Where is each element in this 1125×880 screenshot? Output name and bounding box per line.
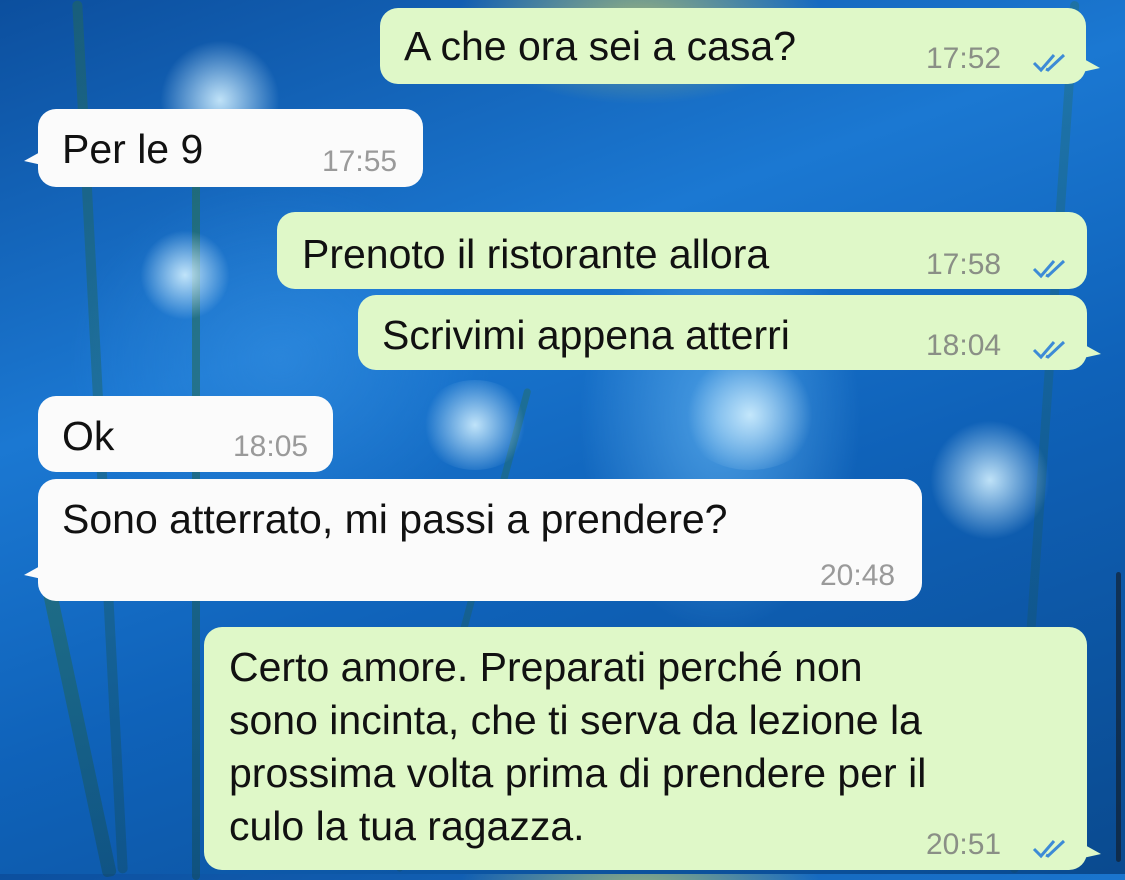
message-text-line: prossima volta prima di prendere per il: [229, 750, 927, 796]
message-timestamp: 17:55: [322, 145, 398, 178]
message-text: Certo amore. Preparati perché non sono i…: [229, 641, 926, 853]
message-text: A che ora sei a casa?: [404, 23, 797, 69]
double-check-icon: [1032, 340, 1066, 360]
wallpaper-frost: [680, 360, 820, 470]
message-text: Prenoto il ristorante allora: [302, 231, 770, 277]
message-timestamp: 20:51: [926, 828, 1002, 861]
double-check-icon: [1032, 839, 1066, 859]
double-check-icon: [1032, 259, 1066, 279]
message-text-line: culo la tua ragazza.: [229, 803, 585, 849]
wallpaper-frost: [420, 380, 530, 470]
message-bubble-outgoing[interactable]: Scrivimi appena atterri 18:04: [358, 295, 1101, 370]
message-bubble-outgoing[interactable]: Certo amore. Preparati perché non sono i…: [204, 627, 1101, 870]
bubble-tail: [1083, 844, 1101, 858]
bubble-tail: [1082, 58, 1100, 72]
double-check-icon: [1032, 53, 1066, 73]
message-text-line: Certo amore. Preparati perché non: [229, 644, 863, 690]
bubble-tail: [1083, 344, 1101, 358]
message-bubble-incoming[interactable]: Ok 18:05: [38, 396, 333, 472]
message-timestamp: 17:52: [926, 42, 1002, 75]
wallpaper-frost: [930, 420, 1050, 540]
message-text: Per le 9: [62, 126, 204, 172]
bubble-tail: [24, 565, 42, 579]
message-text: Sono atterrato, mi passi a prendere?: [62, 496, 728, 542]
message-bubble-outgoing[interactable]: A che ora sei a casa? 17:52: [380, 8, 1100, 84]
message-text: Scrivimi appena atterri: [382, 312, 790, 358]
message-text-line: sono incinta, che ti serva da lezione la: [229, 697, 922, 743]
message-text: Ok: [62, 413, 115, 459]
bubble-tail: [24, 151, 42, 165]
message-timestamp: 20:48: [820, 559, 896, 592]
message-timestamp: 18:05: [233, 430, 309, 463]
message-timestamp: 18:04: [926, 329, 1002, 362]
message-bubble-incoming[interactable]: Sono atterrato, mi passi a prendere? 20:…: [24, 479, 922, 601]
wallpaper-frost: [140, 230, 230, 320]
chat-scrollbar[interactable]: [1116, 572, 1121, 862]
message-bubble-outgoing[interactable]: Prenoto il ristorante allora 17:58: [277, 212, 1087, 289]
message-timestamp: 17:58: [926, 248, 1002, 281]
message-bubble-incoming[interactable]: Per le 9 17:55: [24, 109, 423, 187]
